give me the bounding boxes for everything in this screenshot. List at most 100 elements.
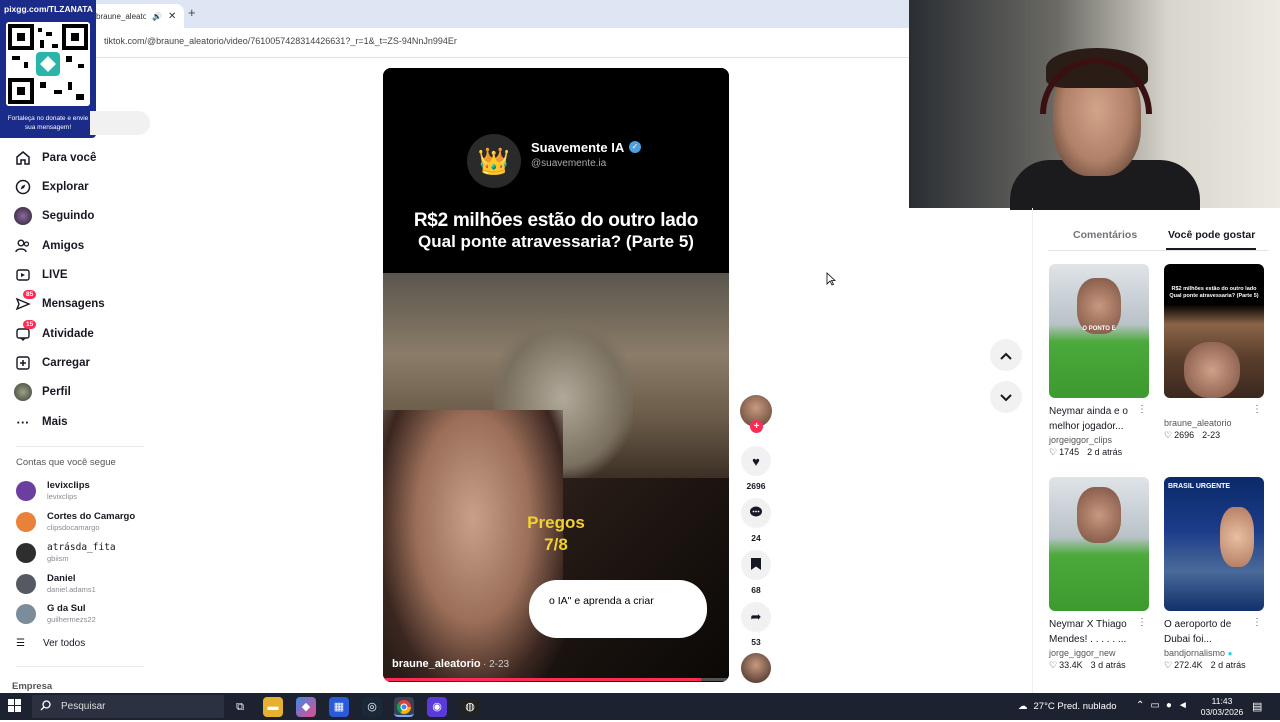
card-author[interactable]: bandjornalismo ●	[1164, 648, 1264, 658]
card-more-icon[interactable]: ⋮	[1252, 617, 1262, 628]
sidebar-item-atividade[interactable]: 15 Atividade	[14, 320, 94, 345]
sidebar-item-live[interactable]: LIVE	[14, 264, 68, 286]
footer-empresa-label[interactable]: Empresa	[12, 681, 52, 692]
card-more-icon[interactable]: ⋮	[1137, 617, 1147, 628]
browser-tab-title: braune_aleato	[96, 11, 146, 21]
card-author[interactable]: braune_aleatorio	[1164, 418, 1264, 428]
comment-icon	[749, 505, 763, 522]
heart-outline-icon: ♡	[1049, 447, 1058, 457]
active-tab-indicator	[1166, 248, 1256, 250]
channel-name: Suavemente IA	[531, 140, 625, 155]
url-text[interactable]: tiktok.com/@braune_aleatorio/video/76100…	[104, 36, 457, 46]
following-account[interactable]: Daniel daniel.adams1	[16, 573, 96, 594]
store-icon[interactable]: ▦	[329, 697, 349, 717]
file-explorer-icon[interactable]: ▬	[263, 697, 283, 717]
task-view-icon[interactable]: ⧉	[230, 697, 250, 717]
tab-suggested[interactable]: Você pode gostar	[1168, 229, 1255, 241]
right-panel-divider	[1032, 208, 1033, 698]
card-author[interactable]: jorgeiggor_clips	[1049, 435, 1149, 445]
thumbnail-text: O PONTO E	[1082, 326, 1116, 332]
sidebar-item-label: Explorar	[42, 181, 89, 193]
following-account[interactable]: atrásda_fita gbiism	[16, 542, 116, 563]
clock-time[interactable]: 11:43	[1202, 696, 1242, 706]
sidebar-divider	[16, 446, 144, 447]
chevron-up-icon: ⌃	[1136, 700, 1151, 711]
sidebar-search[interactable]	[90, 111, 150, 135]
next-video-button[interactable]	[990, 381, 1022, 413]
comment-count: 24	[751, 533, 761, 543]
thumbnail-text: BRASIL URGENTE	[1168, 483, 1231, 490]
friends-icon	[14, 237, 32, 255]
following-account[interactable]: Cortes do Camargo clipsdocamargo	[16, 511, 135, 532]
suggested-video-card[interactable]: Neymar X Thiago Mendes! . . . . . ... jo…	[1049, 477, 1149, 671]
video-thumbnail: O PONTO E	[1049, 264, 1149, 398]
chrome-icon[interactable]	[394, 697, 414, 717]
video-author[interactable]: braune_aleatorio	[392, 658, 481, 670]
video-progress-fill	[383, 678, 702, 681]
share-count: 53	[751, 637, 761, 647]
weather-widget[interactable]: ☁ 27°C Pred. nublado	[1018, 701, 1117, 712]
video-player[interactable]: 👑 Suavemente IA ✓ @suavemente.ia R$2 mil…	[383, 68, 729, 682]
video-thumbnail	[1049, 477, 1149, 611]
messages-icon: 85	[14, 290, 37, 313]
sidebar-item-label: Mensagens	[42, 298, 105, 310]
music-disc-avatar[interactable]	[741, 653, 771, 683]
following-account[interactable]: G da Sul guilhermezs22	[16, 603, 96, 624]
video-date: · 2-23	[483, 659, 510, 670]
follow-plus-icon[interactable]: +	[750, 420, 763, 433]
thumbnail-text: R$2 milhões estão do outro lado Qual pon…	[1169, 286, 1259, 299]
sidebar-item-para-voce[interactable]: Para você	[14, 147, 96, 169]
card-likes: 1745	[1059, 447, 1080, 457]
browser-tab[interactable]: braune_aleato 🔊 ✕	[88, 4, 184, 28]
sidebar-item-explorar[interactable]: Explorar	[14, 176, 89, 198]
speaker-icon[interactable]: 🔊	[152, 12, 162, 21]
sidebar-item-label: Atividade	[42, 328, 94, 340]
qr-code-image	[6, 22, 90, 106]
sidebar-item-amigos[interactable]: Amigos	[14, 235, 84, 257]
windows-start-icon[interactable]	[8, 699, 21, 715]
comment-button[interactable]	[741, 498, 771, 528]
notifications-icon[interactable]: ▤	[1252, 700, 1262, 713]
account-name: Cortes do Camargo	[47, 511, 136, 522]
suggested-video-card[interactable]: R$2 milhões estão do outro lado Qual pon…	[1164, 264, 1264, 441]
account-handle: gbiism	[47, 554, 69, 563]
card-more-icon[interactable]: ⋮	[1137, 404, 1147, 415]
suggested-video-card[interactable]: BRASIL URGENTE O aeroporto de Dubai foi.…	[1164, 477, 1264, 671]
new-tab-button[interactable]: +	[188, 5, 196, 20]
sidebar-item-mais[interactable]: ··· Mais	[14, 411, 68, 433]
sidebar-item-carregar[interactable]: Carregar	[14, 352, 90, 374]
steam-icon[interactable]: ◎	[362, 697, 382, 717]
following-account[interactable]: levixclips levixclips	[16, 480, 90, 501]
account-handle: guilhermezs22	[47, 615, 96, 624]
clock-date[interactable]: 03/03/2026	[1196, 707, 1248, 717]
account-handle: levixclips	[47, 492, 78, 501]
card-more-icon[interactable]: ⋮	[1252, 404, 1262, 415]
taskbar-search[interactable]: Pesquisar	[32, 695, 224, 718]
sidebar-item-seguindo[interactable]: Seguindo	[14, 205, 94, 227]
video-thumbnail: R$2 milhões estão do outro lado Qual pon…	[1164, 264, 1264, 398]
heart-outline-icon: ♡	[1049, 660, 1058, 670]
share-button[interactable]: ➦	[741, 602, 771, 632]
search-icon	[40, 699, 51, 714]
following-avatar	[14, 207, 32, 225]
obs-icon[interactable]: ◍	[460, 697, 480, 717]
pregos-label: Pregos 7/8	[511, 512, 601, 556]
save-button[interactable]	[741, 550, 771, 580]
close-tab-icon[interactable]: ✕	[168, 11, 176, 22]
chevron-up-icon	[1000, 347, 1012, 363]
tab-comments[interactable]: Comentários	[1073, 229, 1137, 241]
avatar	[16, 480, 36, 501]
avatar	[16, 573, 36, 594]
copilot-icon[interactable]: ◆	[296, 697, 316, 717]
previous-video-button[interactable]	[990, 339, 1022, 371]
taskbar-search-placeholder: Pesquisar	[61, 701, 106, 712]
card-author[interactable]: jorge_iggor_new	[1049, 648, 1149, 658]
suggested-video-card[interactable]: O PONTO E Neymar ainda e o melhor jogado…	[1049, 264, 1149, 458]
discord-icon[interactable]: ◉	[427, 697, 447, 717]
see-all-button[interactable]: ☰ Ver todos	[16, 638, 85, 649]
like-button[interactable]: ♥	[741, 446, 771, 476]
sidebar-item-mensagens[interactable]: 85 Mensagens	[14, 290, 105, 315]
sidebar-item-perfil[interactable]: Perfil	[14, 381, 71, 403]
system-tray[interactable]: ⌃▭●◄	[1136, 700, 1194, 711]
avatar	[16, 542, 36, 563]
